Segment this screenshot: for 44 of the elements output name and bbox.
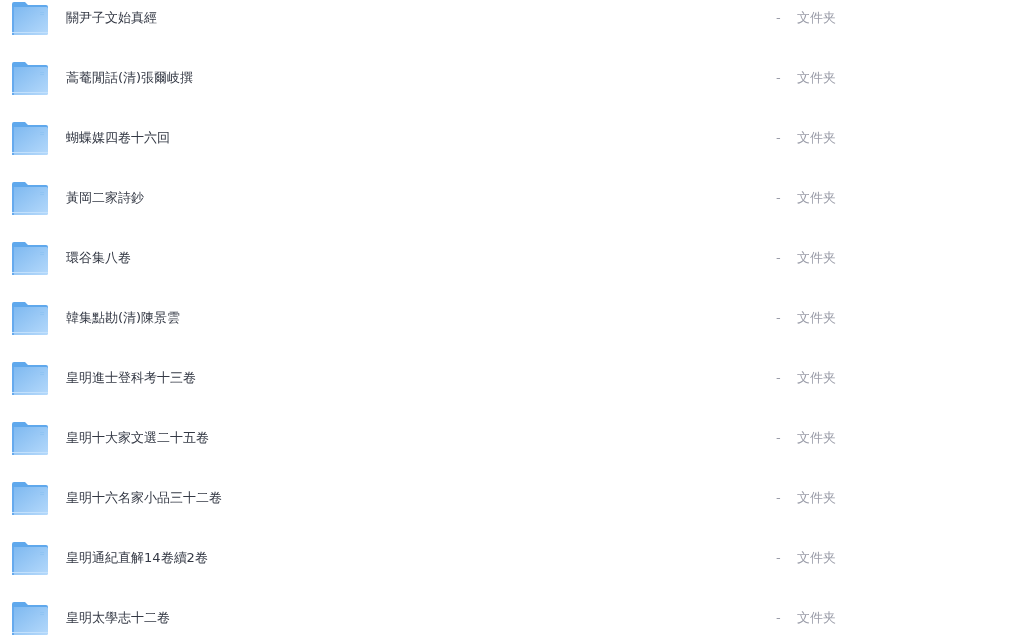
folder-icon [12, 121, 48, 155]
file-size: - [775, 129, 782, 148]
folder-icon [12, 181, 48, 215]
folder-name[interactable]: 黃岡二家詩鈔 [66, 188, 666, 208]
folder-icon [12, 1, 48, 35]
folder-name[interactable]: 皇明太學志十二卷 [66, 608, 666, 628]
file-size: - [775, 9, 782, 28]
file-type: 文件夹 [797, 249, 836, 268]
file-size: - [775, 489, 782, 508]
file-type: 文件夹 [797, 609, 836, 628]
folder-name[interactable]: 皇明通紀直解14卷續2卷 [66, 548, 666, 568]
folder-icon [12, 421, 48, 455]
file-type: 文件夹 [797, 69, 836, 88]
file-type: 文件夹 [797, 9, 836, 28]
file-type: 文件夹 [797, 369, 836, 388]
file-size: - [775, 549, 782, 568]
file-size: - [775, 609, 782, 628]
file-type: 文件夹 [797, 129, 836, 148]
file-type: 文件夹 [797, 489, 836, 508]
folder-name[interactable]: 蒿菴閒話(清)張爾岐撰 [66, 68, 666, 88]
file-type: 文件夹 [797, 429, 836, 448]
folder-name[interactable]: 關尹子文始真經 [66, 8, 666, 28]
file-size: - [775, 369, 782, 388]
file-type: 文件夹 [797, 549, 836, 568]
folder-name[interactable]: 皇明十大家文選二十五卷 [66, 428, 666, 448]
file-size: - [775, 189, 782, 208]
folder-name[interactable]: 蝴蝶媒四卷十六回 [66, 128, 666, 148]
folder-icon [12, 361, 48, 395]
file-size: - [775, 69, 782, 88]
folder-name[interactable]: 環谷集八卷 [66, 248, 666, 268]
folder-icon [12, 541, 48, 575]
file-size: - [775, 309, 782, 328]
file-type: 文件夹 [797, 309, 836, 328]
file-size: - [775, 249, 782, 268]
folder-name[interactable]: 皇明十六名家小品三十二卷 [66, 488, 666, 508]
folder-icon [12, 241, 48, 275]
file-type: 文件夹 [797, 189, 836, 208]
folder-name[interactable]: 韓集點勘(清)陳景雲 [66, 308, 666, 328]
folder-icon [12, 601, 48, 635]
folder-name[interactable]: 皇明進士登科考十三卷 [66, 368, 666, 388]
folder-icon [12, 61, 48, 95]
folder-icon [12, 481, 48, 515]
folder-icon [12, 301, 48, 335]
file-size: - [775, 429, 782, 448]
